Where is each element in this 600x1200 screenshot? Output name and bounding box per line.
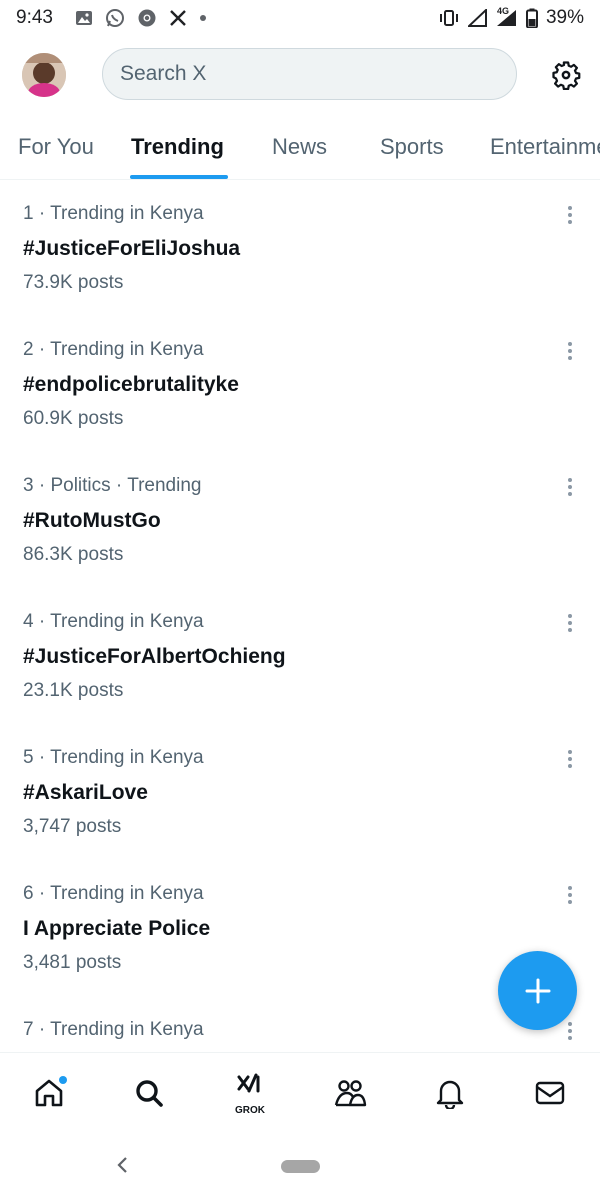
trend-item[interactable]: 1 · Trending in Kenya #JusticeForEliJosh…: [0, 181, 600, 317]
image-icon: [75, 9, 93, 27]
avatar[interactable]: [22, 53, 66, 97]
more-options-icon[interactable]: [558, 475, 582, 499]
trend-rank: 3: [23, 475, 34, 496]
whatsapp-icon: [105, 8, 125, 28]
more-options-icon[interactable]: [558, 339, 582, 363]
trend-rank: 6: [23, 883, 34, 904]
more-options-icon[interactable]: [558, 203, 582, 227]
tab-sports[interactable]: Sports: [380, 134, 444, 160]
trend-context: 3 · Politics · Trending: [23, 475, 202, 496]
active-tab-indicator: [130, 175, 228, 179]
mail-icon: [535, 1081, 565, 1105]
nav-search[interactable]: [129, 1073, 169, 1113]
status-system-icons: 4G 39%: [438, 6, 584, 29]
dot-icon: [199, 14, 207, 22]
status-time: 9:43: [16, 7, 53, 28]
grok-icon: [237, 1073, 260, 1093]
more-options-icon[interactable]: [558, 883, 582, 907]
communities-icon: [334, 1080, 367, 1107]
tab-entertainment[interactable]: Entertainment: [490, 134, 600, 160]
trend-rank: 2: [23, 339, 34, 360]
trend-name: #endpolicebrutalityke: [23, 373, 239, 396]
status-notification-icons: [75, 8, 207, 28]
network-type: 4G: [496, 6, 509, 16]
trend-post-count: 73.9K posts: [23, 272, 124, 293]
home-notification-dot: [59, 1076, 67, 1084]
system-home-pill[interactable]: [281, 1160, 320, 1173]
explore-tabs: For You Trending News Sports Entertainme…: [0, 116, 600, 180]
bell-icon: [436, 1080, 464, 1109]
trend-rank: 7: [23, 1019, 34, 1040]
trend-item[interactable]: 5 · Trending in Kenya #AskariLove 3,747 …: [0, 725, 600, 861]
tab-for-you[interactable]: For You: [18, 134, 94, 160]
explore-header: Search X: [0, 36, 600, 116]
more-options-icon[interactable]: [558, 1019, 582, 1043]
trend-name: I Appreciate Police: [23, 917, 211, 940]
system-nav-bar: [0, 1132, 600, 1200]
trend-post-count: 60.9K posts: [23, 408, 124, 429]
plus-icon: [525, 978, 550, 1003]
nav-home[interactable]: [29, 1073, 69, 1113]
trend-category: Politics · Trending: [50, 475, 202, 496]
signal-4g-icon: 4G: [496, 6, 518, 27]
trend-context: 4 · Trending in Kenya: [23, 611, 204, 632]
system-back-button[interactable]: [112, 1154, 134, 1176]
trend-category: Trending in Kenya: [50, 883, 204, 904]
trend-context: 1 · Trending in Kenya: [23, 203, 204, 224]
trend-post-count: 86.3K posts: [23, 544, 124, 565]
trend-rank: 4: [23, 611, 34, 632]
gear-icon: [552, 61, 581, 90]
trend-category: Trending in Kenya: [50, 747, 204, 768]
chevron-left-icon: [117, 1157, 127, 1173]
search-icon: [136, 1080, 163, 1107]
battery-percent: 39%: [545, 7, 584, 28]
trend-context: 7 · Trending in Kenya: [23, 1019, 204, 1040]
vibrate-icon: [438, 9, 460, 27]
trend-post-count: 3,481 posts: [23, 952, 122, 973]
tab-news[interactable]: News: [272, 134, 327, 160]
grok-label: GROK: [235, 1105, 265, 1116]
trend-post-count: 23.1K posts: [23, 680, 124, 701]
chrome-icon: [137, 8, 157, 28]
trend-item[interactable]: 4 · Trending in Kenya #JusticeForAlbertO…: [0, 589, 600, 725]
bottom-nav: GROK: [0, 1052, 600, 1132]
battery-icon: [525, 8, 538, 28]
trend-name: #AskariLove: [23, 781, 148, 804]
search-input[interactable]: Search X: [102, 48, 517, 100]
nav-communities[interactable]: [330, 1073, 370, 1113]
trend-context: 2 · Trending in Kenya: [23, 339, 204, 360]
trend-context: 6 · Trending in Kenya: [23, 883, 204, 904]
compose-post-button[interactable]: [498, 951, 577, 1030]
trend-rank: 5: [23, 747, 34, 768]
more-options-icon[interactable]: [558, 747, 582, 771]
trend-category: Trending in Kenya: [50, 611, 204, 632]
status-bar: 9:43 4G 39%: [0, 0, 600, 36]
nav-messages[interactable]: [530, 1073, 570, 1113]
trend-category: Trending in Kenya: [50, 203, 204, 224]
settings-button[interactable]: [549, 58, 583, 92]
nav-notifications[interactable]: [430, 1073, 470, 1113]
trend-item[interactable]: 3 · Politics · Trending #RutoMustGo 86.3…: [0, 453, 600, 589]
trend-item[interactable]: 2 · Trending in Kenya #endpolicebrutalit…: [0, 317, 600, 453]
trend-name: #JusticeForEliJoshua: [23, 237, 241, 260]
tab-trending[interactable]: Trending: [131, 134, 224, 160]
nav-grok[interactable]: GROK: [230, 1073, 270, 1116]
trend-category: Trending in Kenya: [50, 339, 204, 360]
signal-icon: [467, 9, 488, 27]
trend-rank: 1: [23, 203, 34, 224]
trend-post-count: 3,747 posts: [23, 816, 122, 837]
trend-context: 5 · Trending in Kenya: [23, 747, 204, 768]
more-options-icon[interactable]: [558, 611, 582, 635]
search-placeholder: Search X: [120, 62, 207, 85]
x-icon: [169, 9, 187, 27]
trend-name: #JusticeForAlbertOchieng: [23, 645, 286, 668]
trend-category: Trending in Kenya: [50, 1019, 204, 1040]
trend-name: #RutoMustGo: [23, 509, 161, 532]
